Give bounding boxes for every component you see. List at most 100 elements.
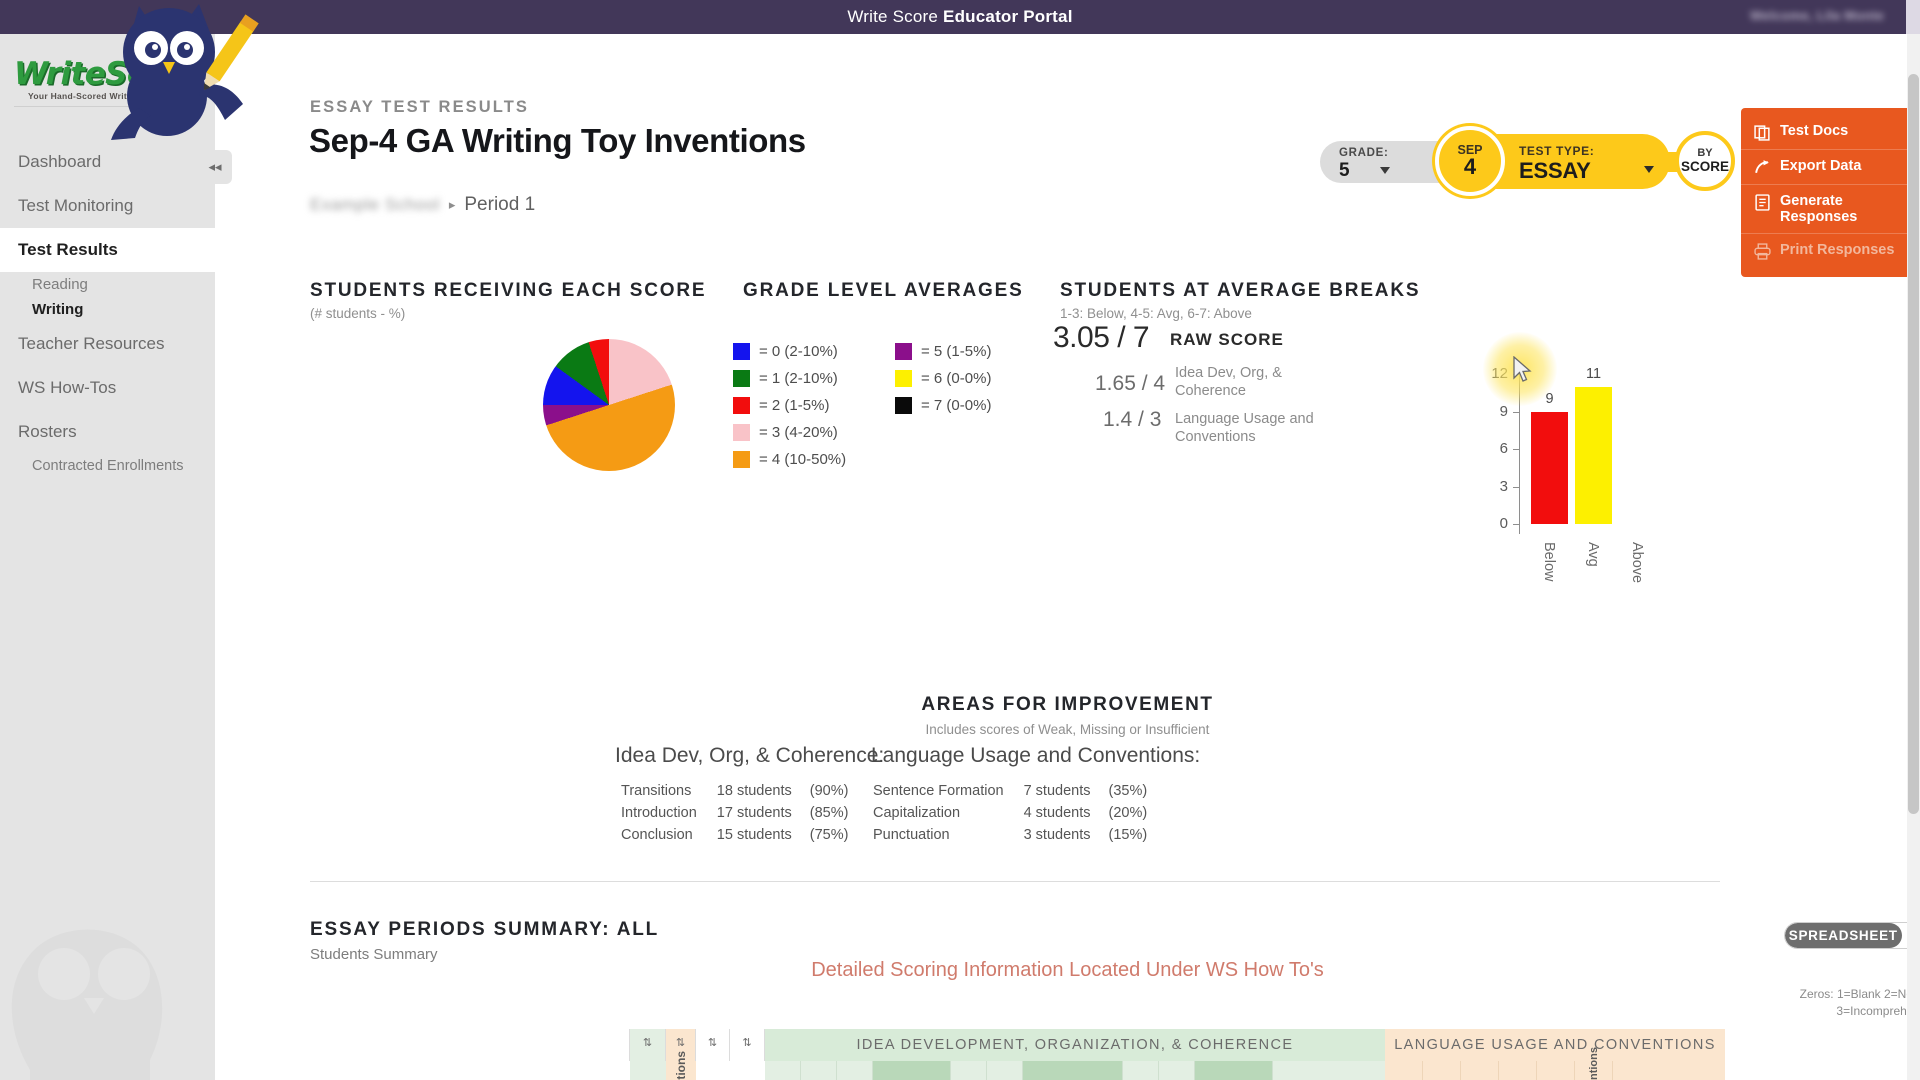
students-spreadsheet[interactable]: ⇅ ⇅ ⇅ ⇅ IDEA DEVELOPMENT, ORGANIZATION, … <box>470 1029 1820 1080</box>
writescore-logo: WriteScore <box>14 56 201 92</box>
bar-chart-bar[interactable]: 11 <box>1575 366 1612 524</box>
bar-chart-value-label: 9 <box>1545 390 1554 407</box>
zeros-legend-line2: 3=Incomprehensible 5=Copied Text <box>1836 1004 1920 1019</box>
zeros-legend: Zeros: 1=Blank 2=Not Enough 4=Off Topic … <box>1445 986 1920 1021</box>
grade-value: 5 <box>1339 160 1350 181</box>
sidebar-item-rosters[interactable]: Rosters <box>0 410 215 454</box>
pie-legend-label: = 1 (2-10%) <box>759 370 838 387</box>
sidebar-item-dashboard[interactable]: Dashboard <box>0 140 215 184</box>
section-divider <box>310 881 1720 882</box>
sidebar-subitem-contracted-enrollments[interactable]: Contracted Enrollments <box>0 454 215 496</box>
breadcrumb-school[interactable]: Example School <box>310 195 440 215</box>
test-date-badge[interactable]: SEP 4 <box>1435 126 1505 196</box>
pie-legend-item: = 2 (1-5%) <box>733 392 891 419</box>
sheet-col-sort-2[interactable]: ⇅ <box>696 1029 730 1061</box>
pie-legend-label: = 7 (0-0%) <box>921 397 992 414</box>
pie-legend-item: = 1 (2-10%) <box>733 365 891 392</box>
sheet-cell-name[interactable] <box>470 1061 630 1080</box>
test-docs-button[interactable]: Test Docs <box>1741 115 1916 150</box>
pie-legend-swatch <box>895 397 912 414</box>
pie-legend-swatch <box>895 343 912 360</box>
sheet-vertical-label-2: Conventions <box>1588 1047 1600 1080</box>
sheet-cell-score[interactable] <box>630 1061 666 1080</box>
improvement-col2-title: Language Usage and Conventions: <box>871 744 1201 767</box>
raw-score-value: 3.05 / 7 <box>1053 321 1150 354</box>
bar-chart-y-tick-label: 0 <box>1499 515 1508 532</box>
test-type-label: TEST TYPE: <box>1519 144 1595 158</box>
sidebar-item-ws-how-tos[interactable]: WS How-Tos <box>0 366 215 410</box>
sheet-col-sort-3[interactable]: ⇅ <box>730 1029 765 1061</box>
export-data-button[interactable]: Export Data <box>1741 150 1916 185</box>
table-row: Punctuation 3 students (15%) <box>873 825 1147 845</box>
bar-chart-x-label: Below <box>1541 542 1557 582</box>
main-content: ESSAY TEST RESULTS Sep-4 GA Writing Toy … <box>215 34 1920 1080</box>
sheet-cell-conventions[interactable]: Conventions <box>666 1051 696 1080</box>
sheet-cell-blank-1[interactable] <box>696 1061 730 1080</box>
pie-legend-label: = 3 (4-20%) <box>759 424 838 441</box>
table-row: Transitions 18 students (90%) <box>621 781 848 801</box>
sheet-col-name[interactable] <box>470 1029 630 1061</box>
chevron-down-icon <box>1380 167 1390 174</box>
bar-chart-y-tick-label: 3 <box>1499 477 1508 495</box>
action-label: Print Responses <box>1780 242 1895 258</box>
sheet-group-language-usage: LANGUAGE USAGE AND CONVENTIONS <box>1385 1029 1725 1061</box>
sidebar-item-test-results[interactable]: Test Results <box>0 228 215 272</box>
sidebar-subitem-writing[interactable]: Writing <box>0 297 215 322</box>
bar-chart-y-tick: 3 <box>1500 478 1520 495</box>
logo-tagline: Your Hand-Scored Writing Solution <box>28 91 180 101</box>
welcome-user[interactable]: Welcome, Lila Monte <box>1750 8 1884 23</box>
pie-legend-swatch <box>733 343 750 360</box>
improvement-item-name: Punctuation <box>873 827 950 843</box>
export-icon <box>1755 160 1769 174</box>
sheet-idea-cells[interactable] <box>765 1061 1385 1080</box>
print-responses-button: Print Responses <box>1741 234 1916 268</box>
improvement-item-name: Conclusion <box>621 827 693 843</box>
pie-legend-label: = 0 (2-10%) <box>759 343 838 360</box>
sidebar-subitem-label: Writing <box>32 301 84 318</box>
breaks-section-subtitle: 1-3: Below, 4-5: Avg, 6-7: Above <box>1060 306 1252 321</box>
sidebar-collapse-button[interactable]: ◂◂ <box>198 150 232 184</box>
scoring-info-note: Detailed Scoring Information Located Und… <box>811 959 1324 981</box>
idea-dev-average-value: 1.65 / 4 <box>1095 372 1166 395</box>
sort-icon: ⇅ <box>675 1037 686 1049</box>
idea-dev-average-label: Idea Dev, Org, & Coherence <box>1175 365 1282 400</box>
logo-area[interactable]: WriteScore Your Hand-Scored Writing Solu… <box>0 34 215 130</box>
pie-legend-item: = 4 (10-50%) <box>733 446 891 473</box>
generate-icon <box>1755 194 1770 211</box>
improvement-subtitle: Includes scores of Weak, Missing or Insu… <box>925 722 1210 737</box>
improvement-item-count: 7 students <box>1023 783 1091 799</box>
bar-chart-y-tick-label: 12 <box>1491 365 1508 382</box>
sheet-language-cells[interactable]: Conventions <box>1385 1047 1725 1080</box>
improvement-col1-title: Idea Dev, Org, & Coherence: <box>615 744 885 767</box>
improvement-col2-table: Sentence Formation 7 students (35%) Capi… <box>871 779 1149 847</box>
sidebar-subitem-label: Contracted Enrollments <box>32 458 184 474</box>
topbar-scroll-cap <box>1906 0 1920 34</box>
by-score-badge[interactable]: BY SCORE <box>1675 131 1735 191</box>
pie-section-subtitle: (# students - %) <box>310 306 406 321</box>
pie-legend-item: = 0 (2-10%) <box>733 338 891 365</box>
improvement-item-pct: (90%) <box>809 783 849 799</box>
pie-legend: = 0 (2-10%) = 1 (2-10%) = 2 (1-5%) = 3 (4-2… <box>733 338 1053 473</box>
sort-icon: ⇅ <box>707 1037 718 1049</box>
page-scrollbar-thumb[interactable] <box>1908 74 1919 814</box>
sheet-col-sort-1[interactable]: ⇅ <box>630 1029 666 1061</box>
view-mode-toggle[interactable]: SPREADSHEET GRAPH <box>1784 922 1920 949</box>
docs-icon <box>1754 125 1770 141</box>
table-row: Conclusion 15 students (75%) <box>621 825 848 845</box>
sort-icon: ⇅ <box>642 1037 653 1049</box>
pie-legend-item: = 7 (0-0%) <box>895 392 1053 419</box>
pie-legend-swatch <box>733 451 750 468</box>
generate-responses-button[interactable]: Generate Responses <box>1741 185 1916 234</box>
toggle-spreadsheet[interactable]: SPREADSHEET <box>1785 923 1902 948</box>
sheet-cell-blank-2[interactable] <box>730 1061 765 1080</box>
bar-chart-y-axis <box>1519 374 1520 534</box>
sort-icon: ⇅ <box>742 1037 752 1049</box>
sidebar-subitem-reading[interactable]: Reading <box>0 272 215 297</box>
page-title: Sep-4 GA Writing Toy Inventions <box>309 122 806 159</box>
pie-legend-label: = 2 (1-5%) <box>759 397 830 414</box>
sidebar-item-teacher-resources[interactable]: Teacher Resources <box>0 322 215 366</box>
sidebar-item-test-monitoring[interactable]: Test Monitoring <box>0 184 215 228</box>
page-scrollbar-track[interactable] <box>1907 34 1920 1080</box>
grade-label: GRADE: <box>1339 147 1389 159</box>
bar-chart-bar[interactable]: 9 <box>1531 391 1568 524</box>
